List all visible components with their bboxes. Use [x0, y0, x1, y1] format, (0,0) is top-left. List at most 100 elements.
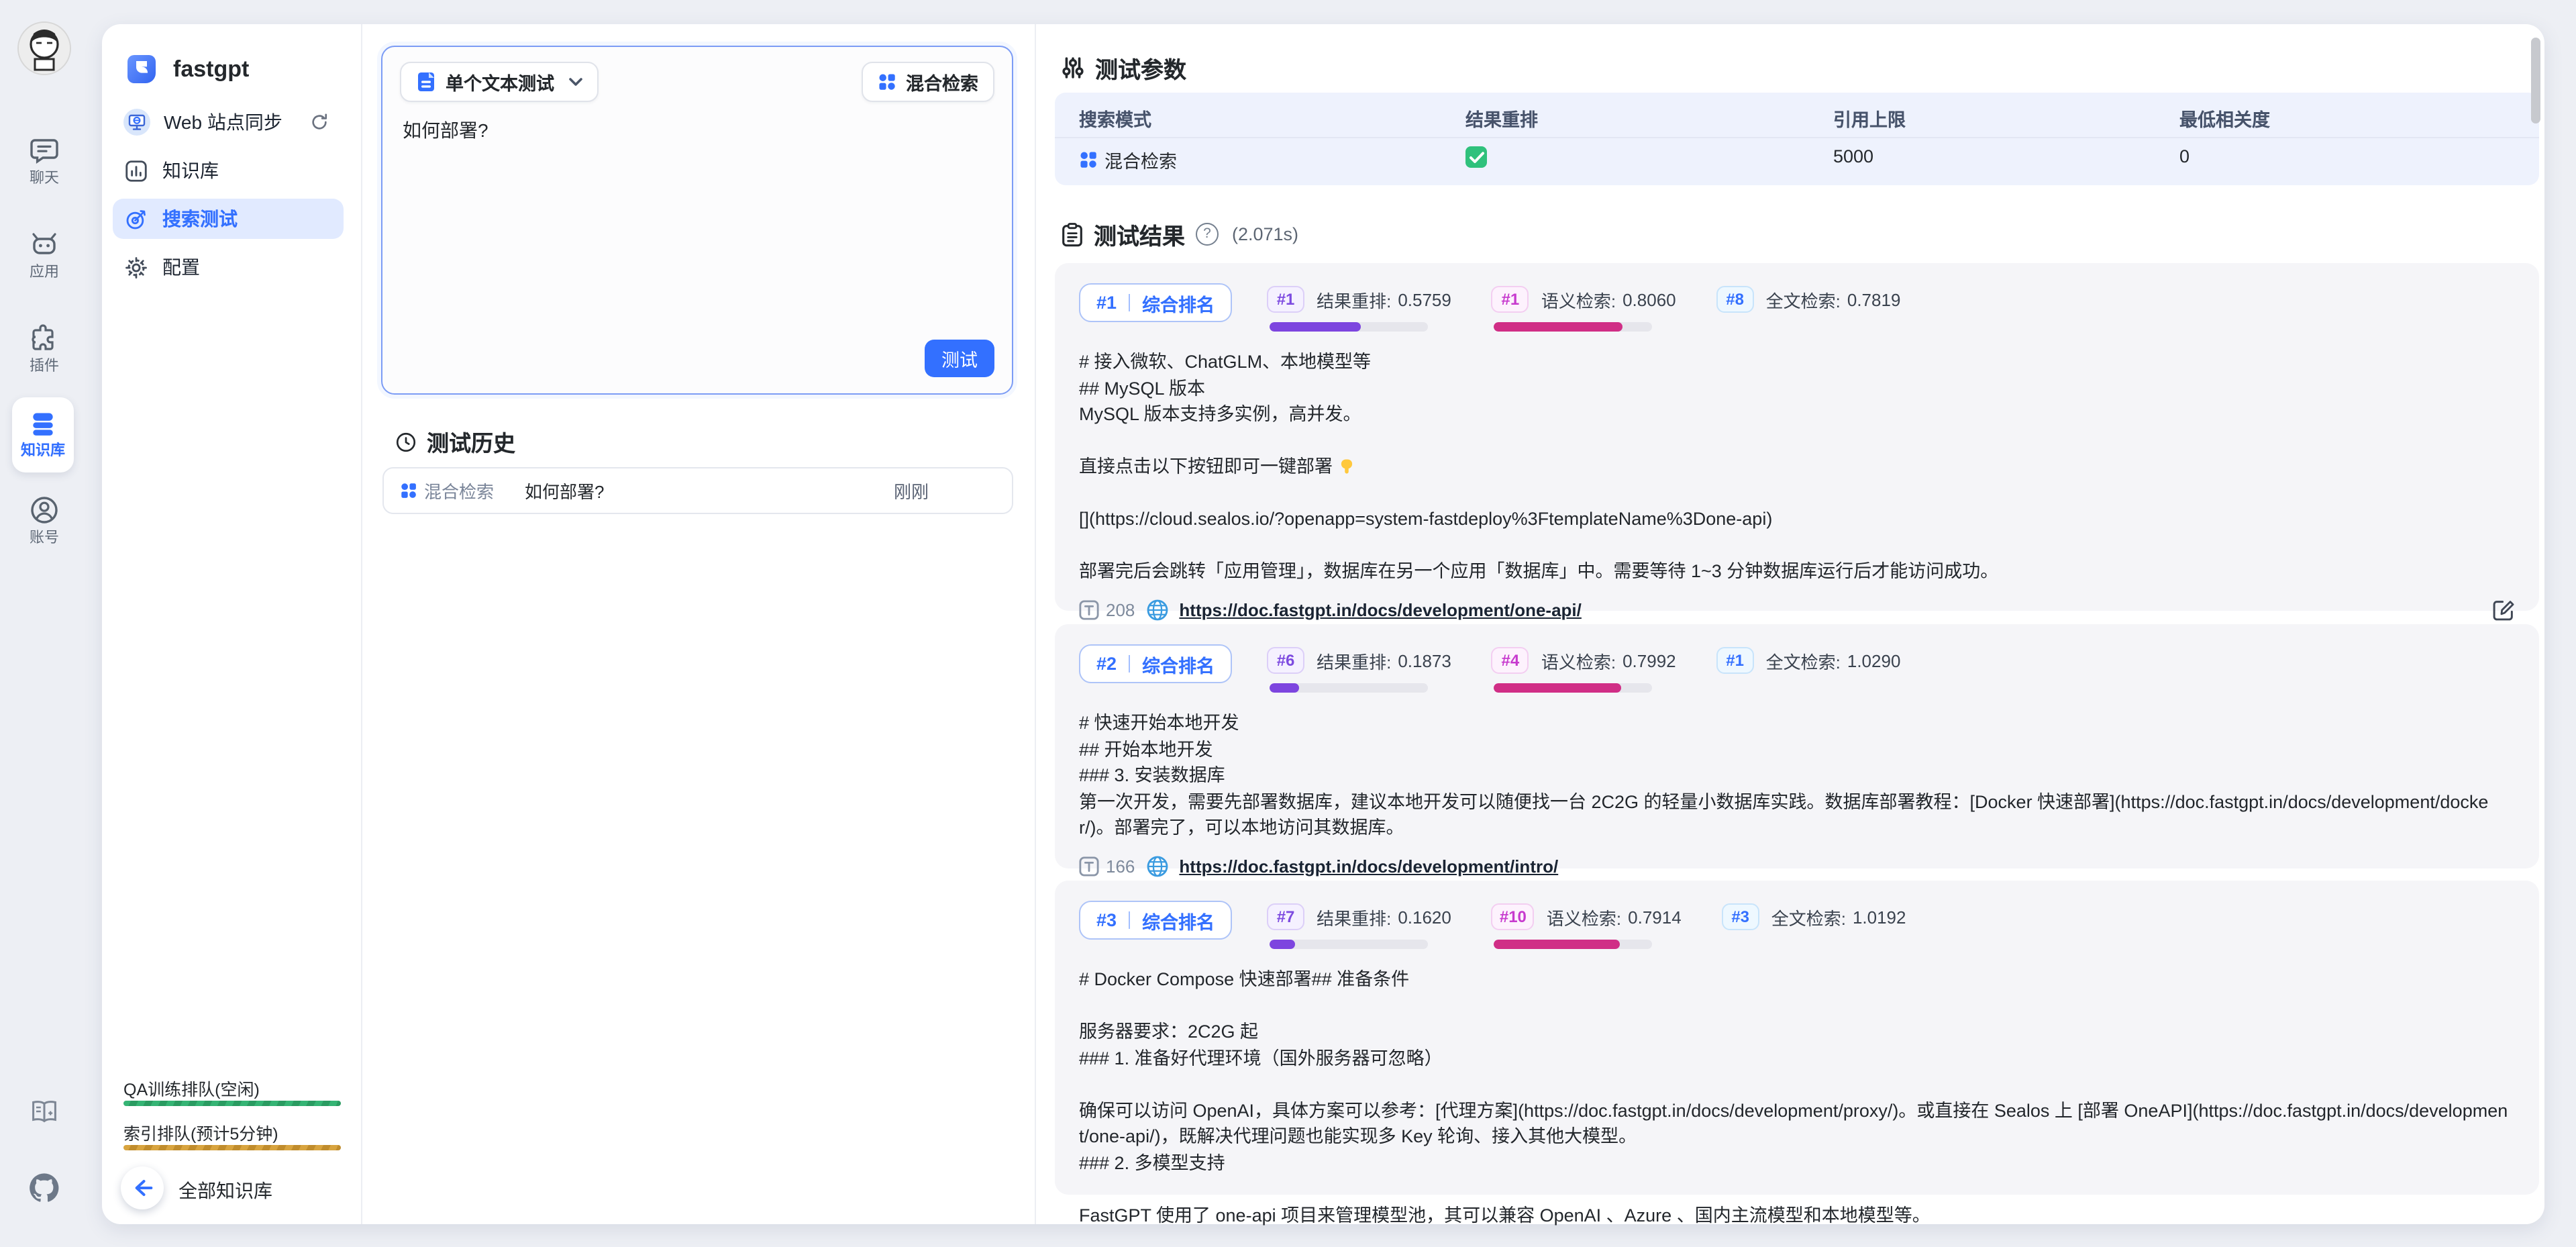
search-mode-button[interactable]: 混合检索	[862, 62, 994, 102]
results-duration: (2.071s)	[1232, 224, 1298, 244]
result-card: #3 综合排名 #7 结果重排: 0.1620	[1055, 881, 2539, 1195]
rail-label-apps: 应用	[30, 264, 59, 282]
book-icon	[28, 1095, 60, 1128]
sidebar-item-label: 配置	[162, 254, 200, 281]
robot-icon	[28, 228, 60, 260]
source-link[interactable]: https://doc.fastgpt.in/docs/development/…	[1179, 599, 1582, 619]
metric-fulltext: #3 全文检索: 1.0192	[1722, 903, 1906, 949]
param-header-search-mode: 搜索模式	[1079, 105, 1151, 132]
param-value-citation-limit: 5000	[1833, 146, 1873, 166]
metric-bar	[1270, 940, 1428, 949]
brand-name: fastgpt	[173, 56, 249, 83]
result-card: #1 综合排名 #1 结果重排: 0.5759	[1055, 263, 2539, 611]
hybrid-search-icon	[878, 72, 896, 91]
result-card-header: #3 综合排名 #7 结果重排: 0.1620	[1079, 901, 2515, 949]
account-icon	[28, 494, 60, 526]
scrollbar-thumb[interactable]	[2531, 38, 2540, 123]
chat-icon	[28, 134, 60, 166]
metric-rank-badge: #3	[1722, 903, 1759, 930]
test-mode-select[interactable]: 单个文本测试	[400, 62, 599, 102]
rank-separator	[1129, 655, 1130, 672]
edit-icon[interactable]	[2492, 598, 2515, 621]
globe-icon	[1145, 854, 1168, 877]
param-header-citation-limit: 引用上限	[1833, 105, 1906, 132]
web-site-icon	[123, 109, 150, 136]
rerank-checkbox[interactable]	[1465, 146, 1487, 168]
history-item-query: 如何部署?	[525, 478, 604, 503]
back-button[interactable]	[121, 1166, 164, 1209]
test-query-input[interactable]: 如何部署?	[403, 117, 488, 144]
rank-label: 综合排名	[1142, 650, 1215, 677]
chunk-count: 208	[1079, 599, 1135, 619]
sidebar-item-config[interactable]: 配置	[113, 247, 344, 287]
rank-badge[interactable]: #2 综合排名	[1079, 644, 1232, 683]
metrics: #1 结果重排: 0.5759 #1 语义检索: 0.8060	[1267, 286, 1900, 332]
metric-bar	[1270, 683, 1428, 693]
rail-item-github[interactable]	[0, 1170, 89, 1205]
rail-item-plugins[interactable]: 插件	[0, 322, 89, 376]
dataset-icon	[123, 158, 149, 183]
rail-item-knowledge-base-active[interactable]: 知识库	[12, 397, 74, 472]
rank-separator	[1129, 911, 1130, 929]
sidebar-item-search-test[interactable]: 搜索测试	[113, 199, 344, 239]
rank-label: 综合排名	[1142, 289, 1215, 316]
test-input-panel: 单个文本测试 混合检索 如何部署? 测试	[381, 46, 1013, 395]
history-item[interactable]: 混合检索 如何部署? 刚刚	[382, 467, 1013, 514]
metrics: #7 结果重排: 0.1620 #10 语义检索: 0.7914	[1267, 903, 1906, 949]
param-value-rerank	[1465, 146, 1487, 168]
history-item-mode: 混合检索	[400, 478, 494, 503]
search-test-icon	[123, 206, 149, 232]
clock-icon	[395, 430, 417, 453]
metric-bar	[1494, 683, 1653, 693]
param-value-search-mode: 混合检索	[1079, 146, 1177, 173]
dataset-sidebar: fastgpt Web 站点同步	[102, 24, 362, 1224]
params-title: 测试参数	[1095, 51, 1186, 85]
rank-number: #2	[1096, 654, 1117, 674]
history-title-row: 测试历史	[395, 426, 515, 458]
metric-rerank: #6 结果重排: 0.1873	[1267, 647, 1451, 693]
user-avatar[interactable]	[17, 21, 71, 75]
hybrid-search-icon	[400, 482, 417, 499]
qa-queue-bar	[123, 1101, 341, 1106]
rail-label-account: 账号	[30, 530, 59, 548]
metric-semantic: #1 语义检索: 0.8060	[1492, 286, 1676, 332]
metric-rank-badge: #7	[1267, 903, 1304, 930]
rank-label: 综合排名	[1142, 907, 1215, 934]
source-link[interactable]: https://doc.fastgpt.in/docs/development/…	[1179, 856, 1558, 876]
refresh-icon[interactable]	[309, 111, 330, 133]
metric-rerank: #1 结果重排: 0.5759	[1267, 286, 1451, 332]
run-test-button[interactable]: 测试	[925, 340, 994, 377]
params-divider	[1055, 137, 2539, 138]
sidebar-item-web-sync[interactable]: Web 站点同步	[113, 102, 344, 142]
help-icon[interactable]: ?	[1196, 223, 1219, 246]
globe-icon	[1145, 598, 1168, 621]
metric-semantic: #10 语义检索: 0.7914	[1492, 903, 1682, 949]
results-pane: 测试参数 搜索模式 结果重排 引用上限 最低相关度 混合检索	[1035, 24, 2546, 1224]
clipboard-icon	[1062, 222, 1083, 246]
result-card-footer: 166 https://doc.fastgpt.in/docs/developm…	[1079, 854, 2515, 877]
back-label[interactable]: 全部知识库	[178, 1177, 272, 1204]
result-card-footer: 208 https://doc.fastgpt.in/docs/developm…	[1079, 598, 2515, 621]
rail-label-knowledge-base: 知识库	[21, 443, 65, 460]
rail-item-docs[interactable]	[0, 1095, 89, 1128]
sidebar-item-dataset[interactable]: 知识库	[113, 150, 344, 191]
sidebar-item-label: 知识库	[162, 157, 219, 184]
metric-rank-badge: #1	[1492, 286, 1529, 313]
rank-number: #1	[1096, 293, 1117, 313]
result-content: # 接入微软、ChatGLM、本地模型等 ## MySQL 版本 MySQL 版…	[1079, 349, 2515, 585]
history-title: 测试历史	[427, 426, 515, 458]
metric-rank-badge: #6	[1267, 647, 1304, 674]
rail-item-account[interactable]: 账号	[0, 494, 89, 548]
rank-number: #3	[1096, 910, 1117, 930]
rail-item-apps[interactable]: 应用	[0, 228, 89, 282]
rank-badge[interactable]: #1 综合排名	[1079, 283, 1232, 322]
text-chunk-icon	[1079, 599, 1099, 619]
rank-badge[interactable]: #3 综合排名	[1079, 901, 1232, 940]
metric-bar	[1270, 322, 1428, 332]
results-title: 测试结果	[1094, 217, 1185, 251]
metric-rank-badge: #1	[1267, 286, 1304, 313]
rail-item-chat[interactable]: 聊天	[0, 134, 89, 188]
main-container: fastgpt Web 站点同步	[102, 24, 2544, 1224]
text-chunk-icon	[1079, 856, 1099, 876]
gear-icon	[123, 254, 149, 280]
